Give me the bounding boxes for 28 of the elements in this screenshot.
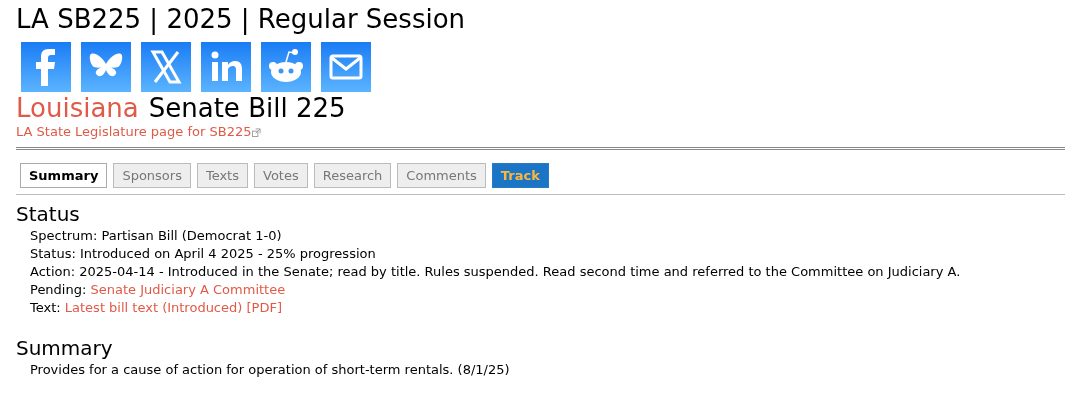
status-link[interactable]: Latest bill text (Introduced) [PDF] [64, 300, 282, 315]
status-link[interactable]: Senate Judiciary A Committee [90, 282, 286, 297]
track-button[interactable]: Track [491, 163, 549, 188]
tab[interactable]: Summary [20, 163, 108, 188]
legislature-link[interactable]: LA State Legislature page for SB225 [16, 124, 252, 140]
x-logo-icon[interactable] [141, 42, 191, 92]
tab[interactable]: Sponsors [113, 163, 191, 188]
summary-text: Provides for a cause of action for operation of short-term rentals. (8/1/25) [30, 361, 510, 379]
tab[interactable]: Texts [196, 163, 248, 188]
state-name: Louisiana [16, 92, 139, 124]
robot-face-icon[interactable] [261, 42, 311, 92]
tab[interactable]: Comments [397, 163, 486, 188]
status-line: Spectrum: Partisan Bill (Democrat 1-0) [30, 227, 282, 245]
bill-title: Senate Bill 225 [148, 92, 346, 124]
tab[interactable]: Research [313, 163, 392, 188]
external-link-icon [252, 127, 262, 137]
status-line: Action: 2025-04-14 - Introduced in the Senate; read by title. Rules suspended. Read second time and referred to the Committee on Judiciary A. [30, 263, 961, 281]
section-heading: Summary [16, 335, 113, 361]
facebook-icon[interactable] [21, 42, 71, 92]
linkedin-icon[interactable] [201, 42, 251, 92]
email-icon[interactable] [321, 42, 371, 92]
field-label: Text: [30, 300, 61, 315]
field-label: Pending: [30, 282, 87, 297]
butterfly-icon[interactable] [81, 42, 131, 92]
section-heading: Status [16, 201, 80, 227]
tab[interactable]: Votes [254, 163, 308, 188]
page-title: LA SB225 | 2025 | Regular Session [16, 3, 466, 36]
status-line: Status: Introduced on April 4 2025 - 25% progression [30, 245, 376, 263]
